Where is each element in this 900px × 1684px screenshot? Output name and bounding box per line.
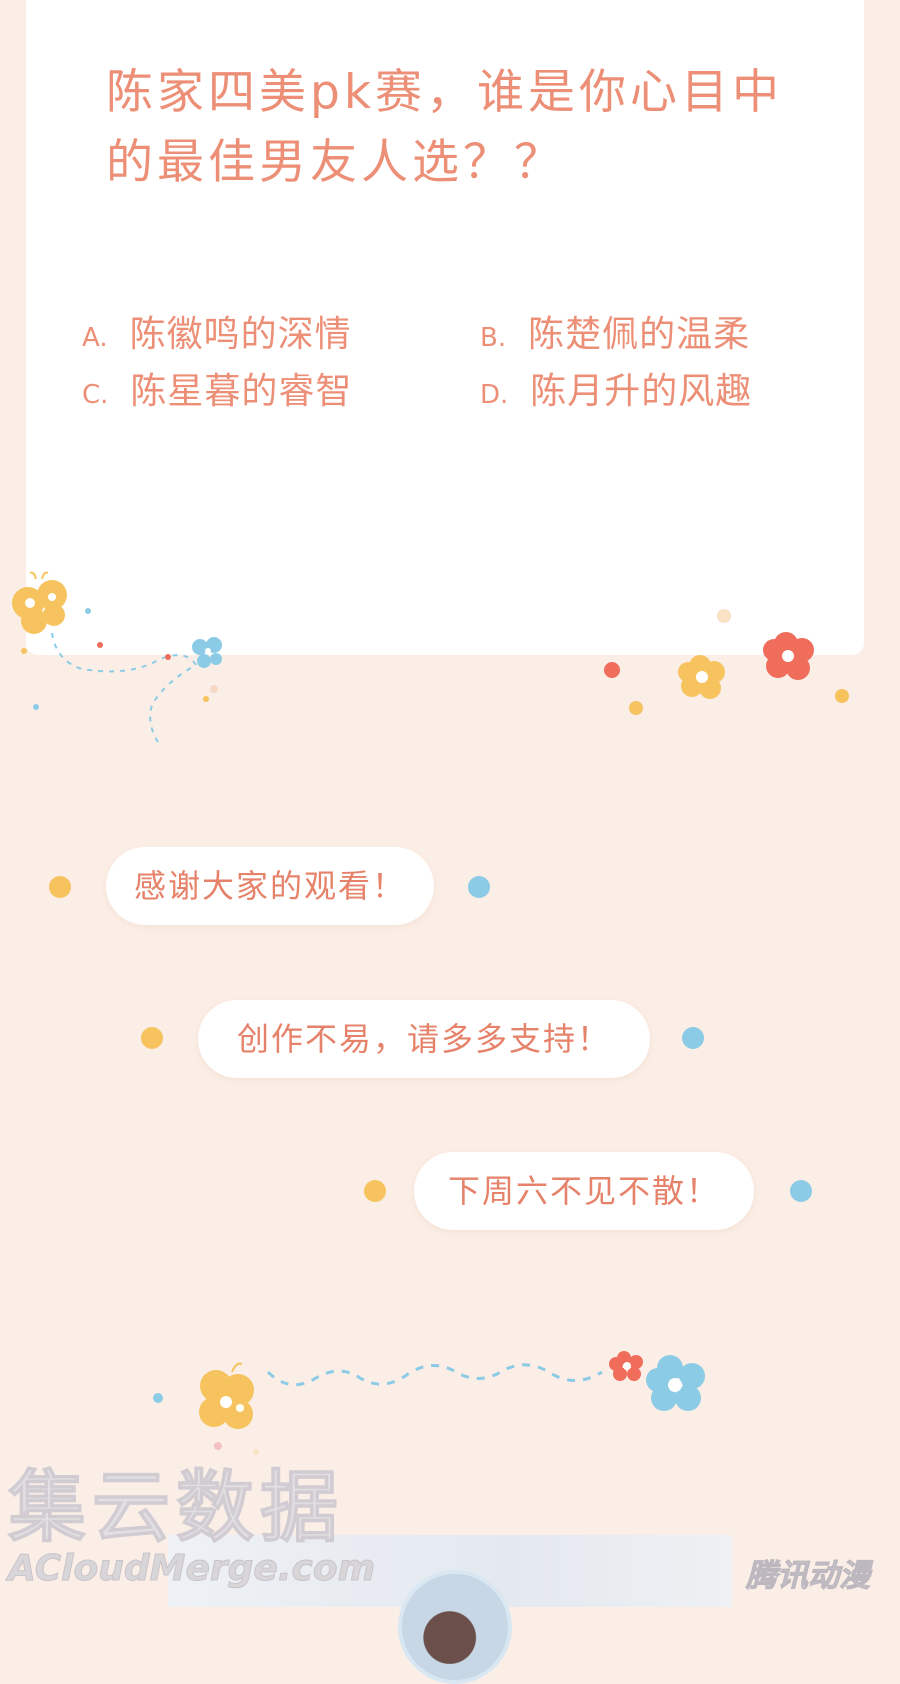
- brand-logo: 腾讯动漫: [746, 1558, 871, 1595]
- message-bubble-2: 创作不易，请多多支持！: [198, 1000, 650, 1078]
- yellow-butterfly-icon: [12, 571, 67, 634]
- message-2: 创作不易，请多多支持！: [236, 1020, 611, 1058]
- yellow-dot: [141, 1027, 163, 1049]
- yellow-dot: [364, 1180, 386, 1202]
- blue-dot: [682, 1027, 704, 1049]
- option-a-text: 陈徽鸣的深情: [129, 314, 352, 355]
- red-flower-icon: [763, 632, 814, 680]
- blue-butterfly-icon: [192, 637, 222, 668]
- yellow-flower-icon: [678, 655, 725, 699]
- option-b-letter: B.: [480, 323, 507, 353]
- blue-flower-icon: [646, 1355, 705, 1411]
- yellow-butterfly-icon: [199, 1362, 254, 1429]
- option-d-letter: D.: [480, 380, 509, 410]
- option-c-letter: C.: [82, 380, 109, 410]
- question-line-1: 陈家四美pk赛，谁是你心目中: [106, 65, 784, 120]
- red-flower-icon: [609, 1351, 643, 1381]
- bottom-decoration: [153, 1351, 705, 1455]
- blue-dot: [790, 1180, 812, 1202]
- yellow-dot: [49, 876, 71, 898]
- watermark: 集云数据 ACloudMerge.com: [8, 1462, 408, 1590]
- option-d[interactable]: D. 陈月升的风趣: [480, 362, 752, 414]
- message-1: 感谢大家的观看！: [133, 867, 406, 905]
- option-a[interactable]: A. 陈徽鸣的深情: [82, 305, 352, 357]
- blue-dot: [468, 876, 490, 898]
- message-3: 下周六不见不散！: [447, 1172, 720, 1210]
- option-d-text: 陈月升的风趣: [530, 371, 753, 412]
- question-text: 陈家四美pk赛，谁是你心目中 的最佳男友人选？？: [106, 58, 786, 198]
- option-a-letter: A.: [82, 323, 108, 353]
- message-bubble-3: 下周六不见不散！: [414, 1152, 754, 1230]
- message-bubble-1: 感谢大家的观看！: [106, 847, 434, 925]
- option-c-text: 陈星暮的睿智: [130, 371, 353, 412]
- question-line-2: 的最佳男友人选？？: [106, 135, 565, 190]
- avatar: [398, 1570, 512, 1684]
- watermark-subtitle: ACloudMerge.com: [8, 1548, 376, 1590]
- option-c[interactable]: C. 陈星暮的睿智: [82, 362, 352, 414]
- watermark-title: 集云数据: [8, 1463, 345, 1554]
- flower-decoration-right: [604, 609, 849, 715]
- butterfly-decoration-left: [12, 571, 222, 746]
- option-b-text: 陈楚佩的温柔: [528, 314, 751, 355]
- option-b[interactable]: B. 陈楚佩的温柔: [480, 305, 750, 357]
